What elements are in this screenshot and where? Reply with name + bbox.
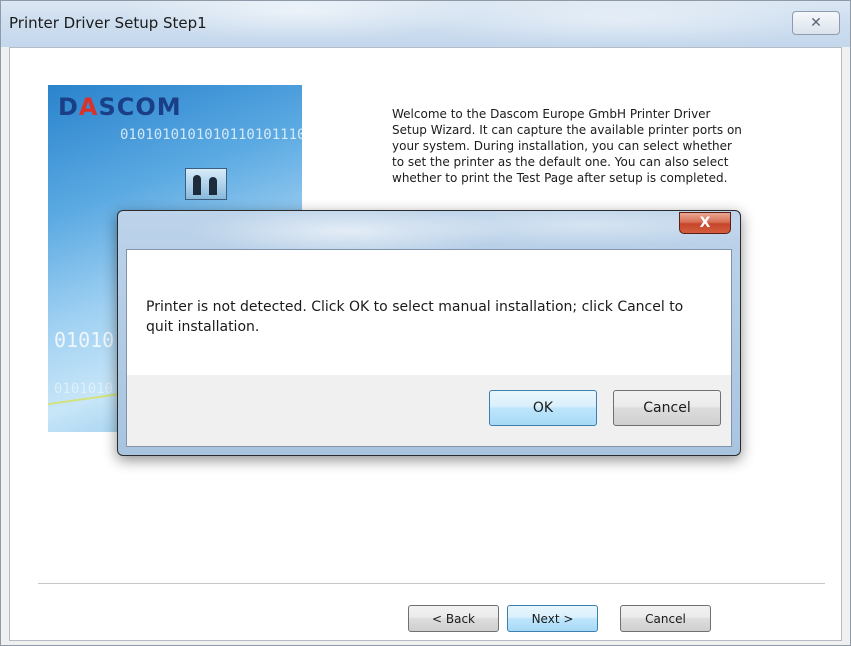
dialog-message-area: Printer is not detected. Click OK to sel… (127, 250, 731, 375)
welcome-text: Welcome to the Dascom Europe GmbH Printe… (392, 107, 742, 185)
close-icon: X (699, 215, 711, 231)
dialog-title-bar[interactable] (118, 211, 740, 251)
window-title: Printer Driver Setup Step1 (9, 14, 207, 32)
printer-not-detected-dialog: X Printer is not detected. Click OK to s… (117, 210, 741, 456)
button-divider (38, 583, 825, 585)
window-close-button[interactable]: ✕ (792, 11, 840, 35)
dialog-message: Printer is not detected. Click OK to sel… (146, 299, 684, 335)
back-button[interactable]: < Back (408, 605, 499, 632)
people-photo-icon (185, 168, 227, 200)
wizard-cancel-button[interactable]: Cancel (620, 605, 711, 632)
title-bar[interactable]: Printer Driver Setup Step1 ✕ (1, 1, 850, 47)
binary-pattern-mid: 010101 (54, 328, 127, 352)
close-icon: ✕ (810, 15, 822, 31)
ok-button[interactable]: OK (489, 390, 597, 426)
dialog-cancel-button[interactable]: Cancel (613, 390, 721, 426)
next-button[interactable]: Next > (507, 605, 598, 632)
dialog-client-area: Printer is not detected. Click OK to sel… (126, 249, 732, 447)
dascom-logo: DASCOM (58, 93, 182, 121)
dialog-close-button[interactable]: X (679, 212, 731, 234)
binary-pattern-top: 0101010101010110101110 (120, 127, 302, 143)
